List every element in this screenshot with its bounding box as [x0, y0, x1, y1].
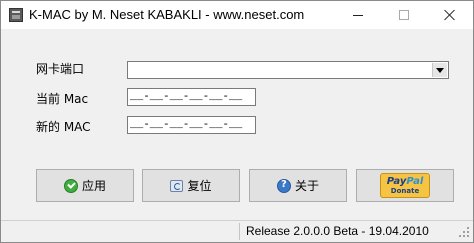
about-button[interactable]: 关于	[249, 169, 347, 202]
chevron-down-icon	[436, 67, 444, 73]
release-status: Release 2.0.0.0 Beta - 19.04.2010	[246, 224, 429, 238]
new-mac-field[interactable]: __-__-__-__-__-__	[127, 116, 256, 134]
new-mac-label: 新的 MAC	[36, 120, 91, 134]
app-window: K-MAC by M. Neset KABAKLI - www.neset.co…	[0, 0, 474, 243]
maximize-icon	[399, 10, 409, 20]
current-mac-label: 当前 Mac	[36, 92, 89, 106]
about-button-label: 关于	[294, 179, 319, 193]
resize-grip[interactable]	[459, 227, 471, 239]
apply-button-label: 应用	[81, 179, 106, 193]
window-title: K-MAC by M. Neset KABAKLI - www.neset.co…	[29, 7, 305, 22]
paypal-logo: PayPal Donate	[380, 173, 430, 198]
close-icon	[444, 9, 456, 21]
reset-icon	[170, 179, 184, 192]
port-dropdown[interactable]	[127, 61, 449, 79]
dropdown-button[interactable]	[432, 63, 447, 77]
reset-button[interactable]: 复位	[142, 169, 240, 202]
app-icon[interactable]	[9, 8, 23, 22]
help-icon	[276, 178, 291, 193]
reset-button-label: 复位	[187, 179, 212, 193]
minimize-icon	[353, 14, 363, 16]
paypal-pay-text: Pay	[386, 175, 407, 187]
title-bar[interactable]: K-MAC by M. Neset KABAKLI - www.neset.co…	[1, 1, 473, 29]
paypal-donate-button[interactable]: PayPal Donate	[356, 169, 454, 202]
status-bar: Release 2.0.0.0 Beta - 19.04.2010	[1, 220, 473, 242]
close-button[interactable]	[427, 1, 473, 29]
checkmark-icon	[63, 178, 78, 193]
paypal-pal-text: Pal	[406, 175, 424, 187]
status-pane-left	[3, 223, 240, 240]
current-mac-field[interactable]: __-__-__-__-__-__	[127, 88, 256, 106]
apply-button[interactable]: 应用	[36, 169, 134, 202]
maximize-button	[381, 1, 427, 29]
port-label: 网卡端口	[36, 62, 85, 76]
paypal-donate-text: Donate	[390, 186, 420, 195]
minimize-button[interactable]	[335, 1, 381, 29]
